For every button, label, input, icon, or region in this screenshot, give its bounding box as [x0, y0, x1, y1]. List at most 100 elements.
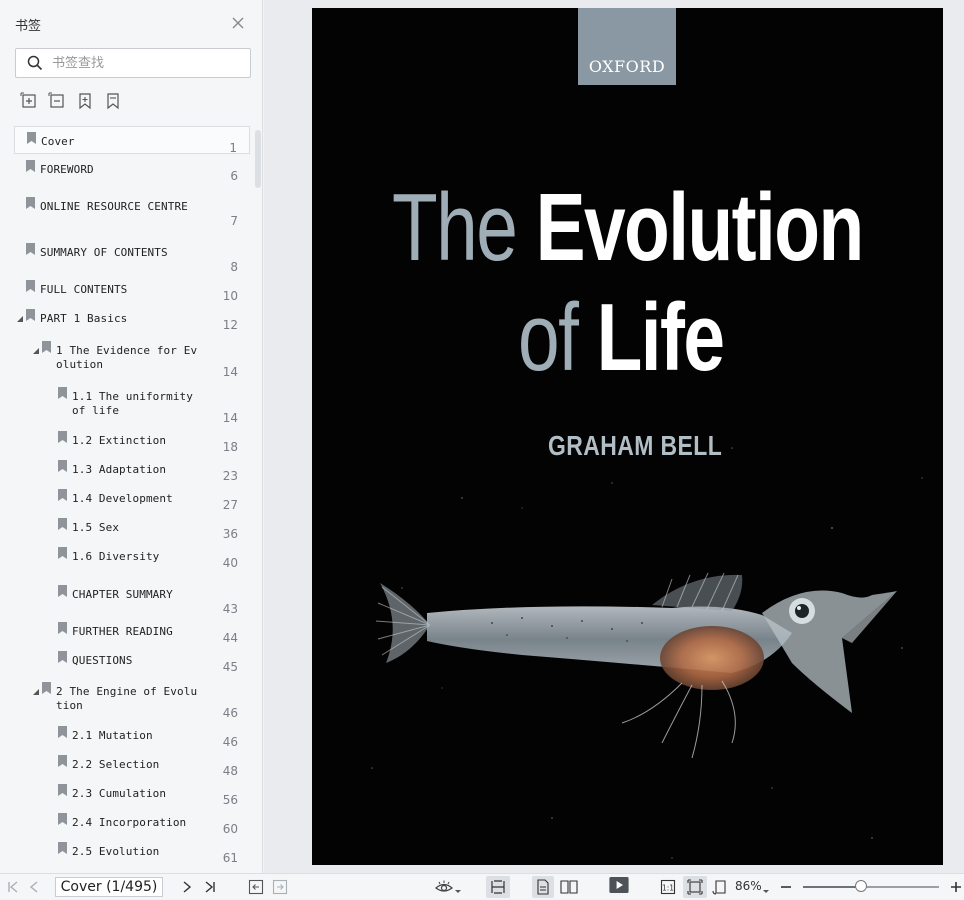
- play-slideshow-icon[interactable]: [607, 877, 631, 893]
- bookmark-item[interactable]: CHAPTER SUMMARY 43: [14, 580, 250, 620]
- bookmark-flag-icon: [26, 160, 35, 172]
- bookmark-item[interactable]: FULL CONTENTS 10: [14, 280, 250, 308]
- bookmark-label: 2.3 Cumulation: [72, 787, 167, 800]
- two-page-icon[interactable]: [560, 879, 578, 895]
- bookmark-flag-icon: [58, 784, 67, 796]
- close-icon[interactable]: [229, 14, 247, 32]
- bookmark-icon[interactable]: [104, 92, 122, 110]
- bookmark-item[interactable]: FOREWORD 6: [14, 156, 250, 183]
- bookmark-item[interactable]: 1.4 Development 27: [14, 489, 250, 518]
- fit-page-icon[interactable]: [687, 879, 703, 895]
- bookmark-label: 1.4 Development: [72, 492, 173, 505]
- single-page-icon[interactable]: [536, 879, 550, 895]
- bookmark-item[interactable]: 1 The Evidence for Ev olution 14: [14, 341, 250, 384]
- bookmark-tree: Cover 1 FOREWORD 6 ONLINE RESOURCE CENTRE 7 SU…: [14, 124, 250, 870]
- expand-arrow-icon[interactable]: [32, 688, 40, 696]
- page-indicator[interactable]: Cover (1/495): [55, 877, 163, 897]
- bookmark-label: ONLINE RESOURCE CENTRE: [40, 200, 188, 213]
- bookmark-item[interactable]: ONLINE RESOURCE CENTRE 7: [14, 192, 250, 232]
- bookmark-label: 1 The Evidence for Ev olution: [56, 344, 198, 371]
- bookmark-flag-icon: [26, 197, 35, 209]
- bookmark-page-number: 7: [230, 214, 238, 228]
- bookmark-flag-icon: [58, 387, 67, 399]
- bookmark-label: 2.5 Evolution: [72, 845, 160, 858]
- bookmark-item[interactable]: 1.5 Sex 36: [14, 518, 250, 547]
- title-word-the: The: [392, 174, 518, 281]
- collapse-all-icon[interactable]: [48, 92, 66, 110]
- bookmark-item[interactable]: 1.6 Diversity 40: [14, 547, 250, 576]
- search-icon: [27, 55, 43, 71]
- zoom-slider-thumb[interactable]: [855, 880, 868, 892]
- bookmark-item[interactable]: 2.4 Incorporation 60: [14, 813, 250, 842]
- bookmark-item[interactable]: 2.3 Cumulation 56: [14, 784, 250, 813]
- bookmark-item[interactable]: 1.1 The uniformity of life 14: [14, 387, 250, 430]
- bookmark-item[interactable]: PART 1 Basics 12: [14, 309, 250, 338]
- bookmark-item[interactable]: QUESTIONS 45: [14, 651, 250, 680]
- bookmark-search[interactable]: [15, 48, 251, 78]
- bookmark-label: 2.1 Mutation: [72, 729, 153, 742]
- bookmark-label: FULL CONTENTS: [40, 283, 128, 296]
- previous-page-icon[interactable]: [28, 879, 40, 895]
- publisher-name: OXFORD: [588, 57, 666, 76]
- expand-arrow-icon[interactable]: [32, 347, 40, 355]
- bookmark-page-number: 6: [230, 169, 238, 183]
- first-page-icon[interactable]: [6, 879, 20, 895]
- expand-arrow-icon[interactable]: [16, 315, 24, 323]
- zoom-level[interactable]: 86%: [735, 879, 762, 893]
- bookmark-item[interactable]: SUMMARY OF CONTENTS 8: [14, 238, 250, 278]
- chevron-down-icon[interactable]: [455, 884, 461, 900]
- forward-icon[interactable]: [272, 879, 288, 895]
- bookmark-flag-icon: [27, 132, 36, 144]
- status-toolbar: Cover (1/495) 1:1 86%: [0, 873, 964, 899]
- zoom-dropdown-icon[interactable]: [763, 884, 769, 900]
- bookmark-flag-icon: [26, 280, 35, 292]
- bookmark-item[interactable]: 2.1 Mutation 46: [14, 726, 250, 755]
- bookmark-page-number: 8: [230, 260, 238, 274]
- bookmark-label: QUESTIONS: [72, 654, 133, 667]
- bookmark-page-number: 46: [222, 706, 238, 720]
- zoom-out-icon[interactable]: [780, 879, 792, 895]
- bookmark-page-number: 61: [222, 851, 238, 865]
- back-icon[interactable]: [248, 879, 264, 895]
- document-viewer[interactable]: OXFORD The Evolution of Life GRAHAM BELL: [264, 0, 964, 873]
- bookmark-label: PART 1 Basics: [40, 312, 128, 325]
- expand-all-icon[interactable]: [20, 92, 38, 110]
- bookmark-flag-icon: [58, 842, 67, 854]
- bookmark-label: 1.3 Adaptation: [72, 463, 167, 476]
- bookmark-flag-icon: [58, 489, 67, 501]
- last-page-icon[interactable]: [203, 879, 217, 895]
- bookmark-item[interactable]: 1.3 Adaptation 23: [14, 460, 250, 489]
- bookmark-item[interactable]: FURTHER READING 44: [14, 622, 250, 651]
- bookmark-item[interactable]: 2 The Engine of Evolu tion 46: [14, 682, 250, 725]
- bookmark-page-number: 46: [222, 735, 238, 749]
- bookmark-item[interactable]: 2.2 Selection 48: [14, 755, 250, 784]
- title-line-2: of Life: [518, 290, 725, 386]
- bookmark-page-number: 1: [229, 141, 237, 155]
- bookmark-page-number: 12: [222, 318, 238, 332]
- rotate-icon[interactable]: [712, 879, 728, 895]
- next-page-icon[interactable]: [181, 879, 193, 895]
- larval-fish-image: [375, 572, 897, 759]
- title-line-1: The Evolution: [392, 180, 864, 276]
- bookmark-page-number: 60: [222, 822, 238, 836]
- bookmark-flag-icon: [58, 622, 67, 634]
- bookmark-page-number: 18: [222, 440, 238, 454]
- bookmark-label: FURTHER READING: [72, 625, 173, 638]
- bookmark-flag-icon: [42, 341, 51, 353]
- bookmark-item[interactable]: 2.5 Evolution 61: [14, 842, 250, 870]
- bookmark-label: FOREWORD: [40, 163, 94, 176]
- bookmark-flag-icon: [58, 547, 67, 559]
- sidebar-scrollbar[interactable]: [255, 130, 261, 188]
- title-word-evolution: Evolution: [535, 174, 865, 281]
- fit-width-icon[interactable]: [490, 879, 506, 895]
- bookmark-flag-icon: [58, 585, 67, 597]
- bookmark-label: CHAPTER SUMMARY: [72, 588, 173, 601]
- bookmark-item[interactable]: Cover 1: [14, 126, 250, 155]
- add-bookmark-icon[interactable]: [76, 92, 94, 110]
- actual-size-icon[interactable]: 1:1: [660, 879, 676, 895]
- bookmark-item[interactable]: 1.2 Extinction 18: [14, 431, 250, 460]
- zoom-in-icon[interactable]: [950, 879, 962, 895]
- eye-protection-icon[interactable]: [434, 879, 454, 895]
- bookmark-label: SUMMARY OF CONTENTS: [40, 246, 168, 259]
- search-input[interactable]: [52, 53, 242, 73]
